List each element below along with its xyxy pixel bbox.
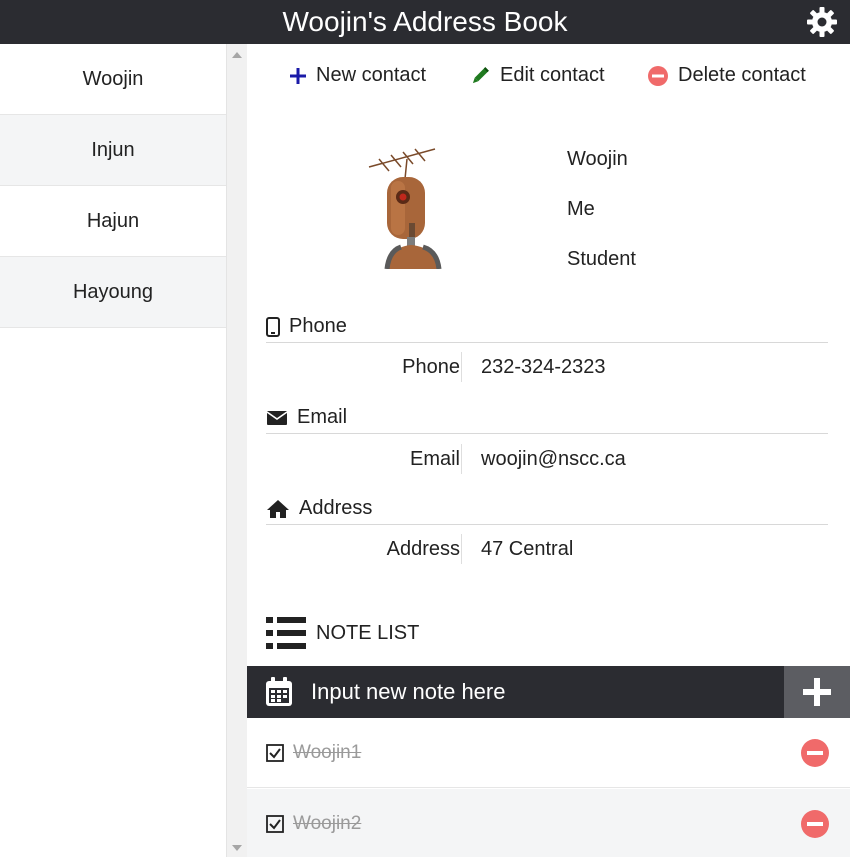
phone-field-row: Phone 232-324-2323 xyxy=(266,352,828,384)
address-field-value: 47 Central xyxy=(481,538,574,560)
pencil-icon xyxy=(472,66,489,83)
note-list-title: NOTE LIST xyxy=(316,621,420,644)
checkbox-checked-icon[interactable] xyxy=(266,744,284,762)
checkbox-checked-icon[interactable] xyxy=(266,815,284,833)
page-title: Woojin's Address Book xyxy=(282,6,568,37)
sidebar-item-label: Woojin xyxy=(82,67,144,90)
home-icon xyxy=(267,499,289,518)
note-list-header: NOTE LIST xyxy=(266,616,419,650)
contact-detail-panel: New contact Edit contact Delete contact xyxy=(247,44,850,857)
mobile-phone-icon xyxy=(266,316,280,337)
delete-contact-label: Delete contact xyxy=(678,64,806,86)
calendar-icon xyxy=(266,677,292,706)
plus-icon xyxy=(290,67,306,84)
sidebar-item-hayoung[interactable]: Hayoung xyxy=(0,257,226,328)
contact-relation: Me xyxy=(567,198,595,220)
field-divider xyxy=(461,352,462,382)
phone-section-title: Phone xyxy=(289,315,347,337)
phone-field-label: Phone xyxy=(402,356,460,378)
edit-contact-label: Edit contact xyxy=(500,64,605,86)
address-field-label: Address xyxy=(386,538,460,560)
field-divider xyxy=(461,534,462,564)
gear-icon[interactable] xyxy=(806,6,838,38)
email-field-row: Email woojin@nscc.ca xyxy=(266,444,828,476)
sidebar-item-woojin[interactable]: Woojin xyxy=(0,44,226,115)
sidebar-item-label: Hajun xyxy=(86,209,140,232)
new-contact-label: New contact xyxy=(316,64,427,86)
minus-circle-icon[interactable] xyxy=(800,738,830,768)
scroll-down-arrow-icon[interactable] xyxy=(232,845,242,851)
sidebar-item-label: Injun xyxy=(91,138,135,161)
note-input-bar xyxy=(247,666,850,718)
phone-section-header: Phone xyxy=(266,311,828,343)
address-section-header: Address xyxy=(266,493,828,525)
new-contact-button[interactable]: New contact xyxy=(289,64,426,87)
note-item: Woojin2 xyxy=(247,789,850,857)
list-icon xyxy=(266,617,306,649)
email-field-value: woojin@nscc.ca xyxy=(481,448,626,470)
note-item: Woojin1 xyxy=(247,718,850,788)
phone-field-value: 232-324-2323 xyxy=(481,356,606,378)
scroll-up-arrow-icon[interactable] xyxy=(232,52,242,58)
edit-contact-button[interactable]: Edit contact xyxy=(469,64,605,87)
email-section-title: Email xyxy=(297,406,348,428)
delete-contact-button[interactable]: Delete contact xyxy=(647,64,806,87)
sidebar-item-injun[interactable]: Injun xyxy=(0,115,226,186)
address-field-row: Address 47 Central xyxy=(266,534,828,566)
contact-avatar xyxy=(368,148,442,269)
contact-sidebar: Woojin Injun Hajun Hayoung xyxy=(0,44,226,857)
add-note-button[interactable] xyxy=(784,666,850,718)
field-divider xyxy=(461,444,462,474)
sidebar-scrollbar[interactable] xyxy=(226,44,247,857)
sidebar-item-hajun[interactable]: Hajun xyxy=(0,186,226,257)
address-section-title: Address xyxy=(299,497,373,519)
contact-name: Woojin xyxy=(567,148,628,170)
plus-icon xyxy=(803,678,831,706)
app-header: Woojin's Address Book xyxy=(0,0,850,44)
note-text: Woojin2 xyxy=(293,813,362,834)
minus-circle-icon xyxy=(648,65,668,86)
contact-toolbar: New contact Edit contact Delete contact xyxy=(247,64,850,94)
note-text: Woojin1 xyxy=(293,742,362,763)
sidebar-item-label: Hayoung xyxy=(72,280,154,303)
contact-occupation: Student xyxy=(567,248,636,270)
envelope-icon xyxy=(266,410,288,425)
minus-circle-icon[interactable] xyxy=(800,809,830,839)
email-field-label: Email xyxy=(409,448,460,470)
new-note-input[interactable] xyxy=(311,674,771,710)
email-section-header: Email xyxy=(266,402,828,434)
